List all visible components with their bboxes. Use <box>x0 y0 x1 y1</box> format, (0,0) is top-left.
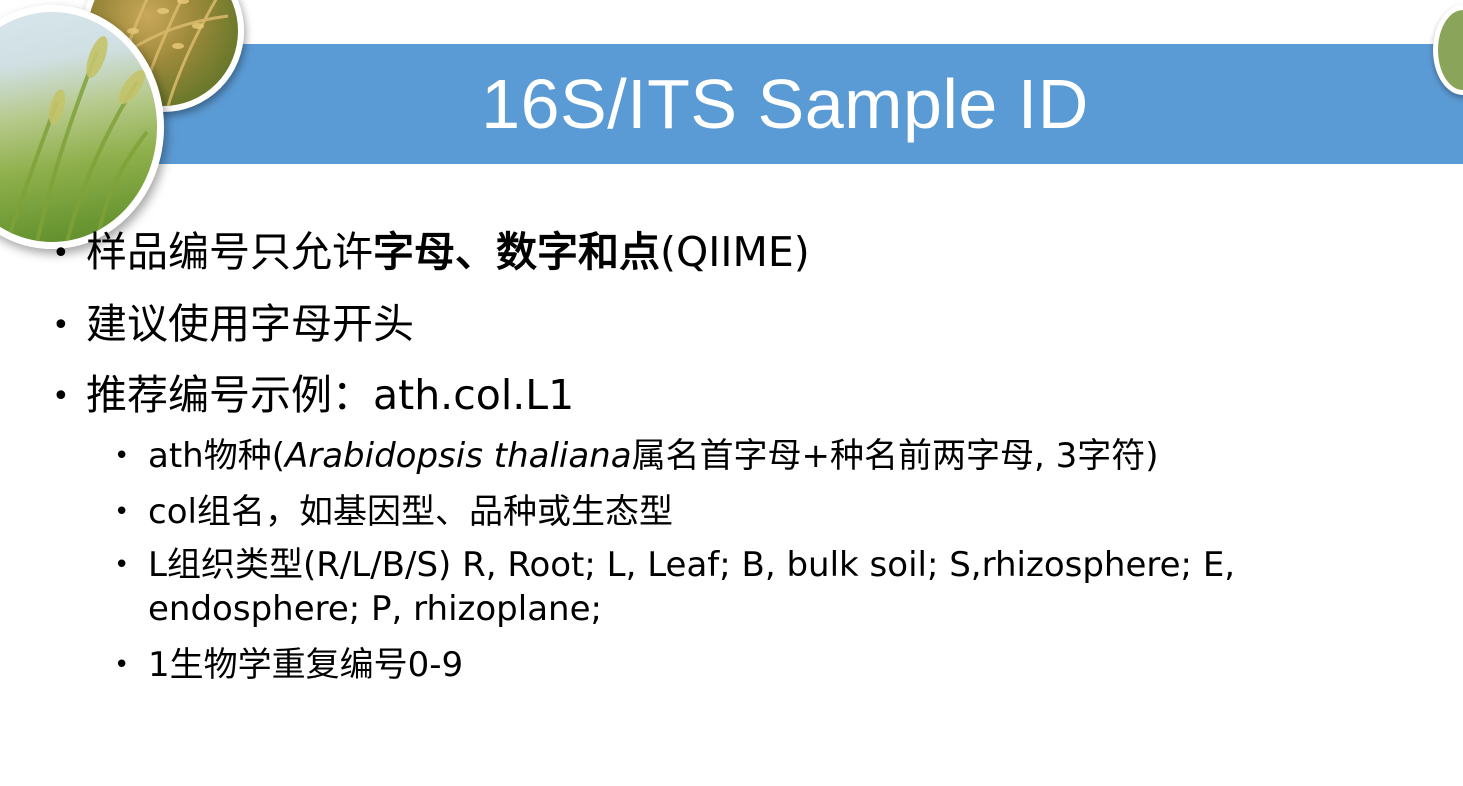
sub-bullet-text: col组名，如基因型、品种或生态型 <box>148 492 673 532</box>
bullet-dot-icon: • <box>52 236 70 271</box>
wheat-field-photo <box>0 5 164 249</box>
sub-bullet-text: ath物种(Arabidopsis thaliana属名首字母+种名前两字母, … <box>148 434 1159 478</box>
sub-bullet-prefix: ath物种( <box>148 436 285 476</box>
sub-bullet-suffix: 属名首字母+种名前两字母, 3字符) <box>631 436 1159 476</box>
sub-bullet-text: 1生物学重复编号0-9 <box>148 645 464 685</box>
bullet-dot-icon: • <box>114 650 130 680</box>
slide: 16S/ITS Sample ID • 样品编号只允许字母、数字和点(QIIME… <box>0 0 1463 786</box>
bullet-text-bold: 字母、数字和点 <box>373 228 660 276</box>
sub-bullet-list-4: • 1生物学重复编号0-9 <box>114 643 1434 687</box>
sub-bullet-list: • ath物种(Arabidopsis thaliana属名首字母+种名前两字母… <box>114 434 1434 478</box>
bullet-text: 样品编号只允许字母、数字和点(QIIME) <box>86 232 810 273</box>
bullet-dot-icon: • <box>114 497 130 527</box>
main-bullet-list-2: • 建议使用字母开头 <box>52 304 414 348</box>
list-item: • 样品编号只允许字母、数字和点(QIIME) <box>52 232 810 276</box>
sub-list-item: • 1生物学重复编号0-9 <box>114 643 1434 687</box>
bullet-dot-icon: • <box>114 441 130 471</box>
sub-list-item: • L组织类型(R/L/B/S) R, Root; L, Leaf; B, bu… <box>114 543 1404 631</box>
bullet-dot-icon: • <box>52 379 70 414</box>
sub-bullet-list-2: • col组名，如基因型、品种或生态型 <box>114 490 1434 534</box>
bullet-text-suffix: (QIIME) <box>660 228 810 276</box>
main-bullet-list-3: • 推荐编号示例：ath.col.L1 <box>52 375 574 419</box>
main-bullet-list: • 样品编号只允许字母、数字和点(QIIME) <box>52 232 810 276</box>
slide-title: 16S/ITS Sample ID <box>481 65 1089 143</box>
list-item: • 建议使用字母开头 <box>52 304 414 348</box>
bullet-text: 推荐编号示例：ath.col.L1 <box>86 371 575 419</box>
bullet-dot-icon: • <box>52 308 70 343</box>
species-name-italic: Arabidopsis thaliana <box>284 436 632 476</box>
bullet-text: 建议使用字母开头 <box>86 300 414 348</box>
sub-list-item: • col组名，如基因型、品种或生态型 <box>114 490 1434 534</box>
sub-bullet-text: L组织类型(R/L/B/S) R, Root; L, Leaf; B, bulk… <box>148 545 1236 629</box>
sub-list-item: • ath物种(Arabidopsis thaliana属名首字母+种名前两字母… <box>114 434 1434 478</box>
sub-bullet-list-3: • L组织类型(R/L/B/S) R, Root; L, Leaf; B, bu… <box>114 543 1404 631</box>
bullet-text-prefix: 样品编号只允许 <box>86 228 373 276</box>
bullet-dot-icon: • <box>114 550 130 580</box>
list-item: • 推荐编号示例：ath.col.L1 <box>52 375 574 419</box>
